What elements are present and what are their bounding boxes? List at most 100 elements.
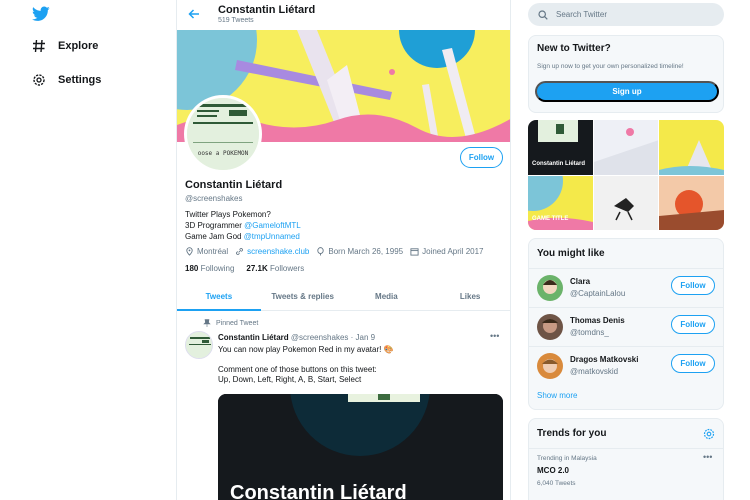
media-thumb[interactable] — [659, 120, 724, 175]
media-grid: Constantin Liétard GAME TITLE — [528, 120, 724, 230]
media-thumb-image — [593, 175, 659, 230]
media-thumb[interactable] — [593, 175, 659, 230]
tweet-line: You can now play Pokemon Red in my avata… — [218, 345, 394, 354]
more-options-icon[interactable]: ••• — [703, 452, 712, 462]
avatar-caption: oose a POKEMON — [197, 150, 249, 157]
header-tweet-count: 519 Tweets — [218, 17, 254, 24]
pin-icon — [203, 319, 211, 327]
joined-text: Joined April 2017 — [422, 247, 484, 256]
gear-icon — [33, 74, 45, 86]
birthday-text: Born March 26, 1995 — [328, 247, 404, 256]
tweet-text: You can now play Pokemon Red in my avata… — [218, 345, 503, 385]
profile-header-bar: Constantin Liétard 519 Tweets — [177, 0, 510, 30]
suggested-user-handle: @CaptainLalou — [570, 289, 626, 298]
tweet-avatar[interactable] — [185, 331, 213, 359]
gear-icon[interactable] — [703, 428, 715, 440]
media-thumb[interactable]: GAME TITLE — [528, 175, 593, 230]
tab-tweets[interactable]: Tweets — [177, 283, 261, 311]
you-might-like-title: You might like — [537, 248, 605, 259]
following-stat[interactable]: 180 Following — [185, 264, 234, 273]
birthday-item: Born March 26, 1995 — [316, 247, 403, 256]
new-to-twitter-subtitle: Sign up now to get your own personalized… — [537, 63, 684, 70]
bio-line: Game Jam God @tmpUnnamed — [185, 231, 301, 242]
suggested-user-handle: @tomdns_ — [570, 328, 609, 337]
twitter-logo-icon[interactable] — [32, 6, 50, 22]
followers-count: 27.1K — [246, 264, 268, 273]
suggested-user[interactable]: Thomas Denis @tomdns_ Follow — [529, 307, 723, 345]
website-item: screenshake.club — [235, 247, 309, 256]
following-count: 180 — [185, 264, 199, 273]
profile-column: Constantin Liétard 519 Tweets oose a POK… — [176, 0, 511, 500]
left-navigation: Explore Settings — [0, 0, 176, 500]
suggested-user[interactable]: Clara @CaptainLalou Follow — [529, 268, 723, 306]
follow-button[interactable]: Follow — [671, 354, 715, 373]
location-item: Montréal — [185, 247, 228, 256]
new-to-twitter-card: New to Twitter? Sign up now to get your … — [528, 35, 724, 113]
pinned-label: Pinned Tweet — [203, 319, 258, 327]
follow-button[interactable]: Follow — [671, 276, 715, 295]
media-thumb-image — [593, 120, 659, 175]
you-might-like-card: You might like Clara @CaptainLalou Follo… — [528, 238, 724, 410]
search-input[interactable] — [556, 10, 706, 19]
media-thumb[interactable] — [659, 175, 724, 230]
new-to-twitter-title: New to Twitter? — [537, 43, 611, 54]
tab-likes[interactable]: Likes — [428, 283, 510, 310]
website-link[interactable]: screenshake.club — [247, 247, 309, 256]
trends-title: Trends for you — [537, 428, 607, 439]
avatar-image — [537, 275, 563, 301]
show-more-link[interactable]: Show more — [537, 391, 577, 400]
suggested-user-handle: @matkovskid — [570, 367, 619, 376]
nav-settings-label: Settings — [58, 74, 102, 86]
avatar-gameboy-screen — [187, 98, 259, 170]
profile-handle: @screenshakes — [185, 194, 243, 203]
avatar[interactable] — [537, 353, 563, 379]
trend-name: MCO 2.0 — [537, 466, 570, 475]
joined-item: Joined April 2017 — [410, 247, 484, 256]
search-box[interactable] — [528, 3, 724, 26]
follow-button[interactable]: Follow — [460, 147, 503, 168]
media-thumb[interactable] — [593, 120, 659, 175]
tweet-line: Comment one of those buttons on this twe… — [218, 365, 377, 374]
media-thumb-label: Constantin Liétard — [532, 160, 586, 167]
avatar[interactable] — [537, 275, 563, 301]
suggested-user[interactable]: Dragos Matkovski @matkovskid Follow — [529, 346, 723, 384]
media-overlay-text: Constantin Liétard — [230, 482, 407, 500]
avatar-image — [537, 353, 563, 379]
media-thumb-label: GAME TITLE — [532, 216, 569, 222]
nav-settings[interactable]: Settings — [32, 73, 101, 87]
profile-avatar[interactable]: oose a POKEMON — [184, 95, 262, 173]
nav-explore[interactable]: Explore — [32, 39, 98, 53]
profile-stats: 180 Following 27.1K Followers — [185, 264, 304, 273]
suggested-user-name: Thomas Denis — [570, 316, 625, 325]
profile-name: Constantin Liétard — [185, 179, 283, 191]
back-arrow-icon[interactable] — [187, 7, 201, 21]
tab-media[interactable]: Media — [345, 283, 429, 310]
search-icon — [538, 9, 548, 20]
tab-tweets-replies[interactable]: Tweets & replies — [261, 283, 345, 310]
avatar[interactable] — [537, 314, 563, 340]
balloon-icon — [317, 247, 325, 256]
bio-mention-link[interactable]: @GameloftMTL — [244, 221, 301, 230]
pinned-tweet[interactable]: Pinned Tweet Constantin Liétard @screens… — [177, 313, 510, 500]
profile-meta: Montréal screenshake.club Born March 26,… — [185, 247, 484, 256]
trend-count: 6,040 Tweets — [537, 480, 576, 487]
media-thumb-image — [659, 120, 724, 175]
bio-mention-link[interactable]: @tmpUnnamed — [244, 232, 300, 241]
tweet-author[interactable]: Constantin Liétard — [218, 333, 289, 342]
more-options-icon[interactable]: ••• — [490, 331, 499, 341]
media-thumb[interactable]: Constantin Liétard — [528, 120, 593, 175]
follow-button[interactable]: Follow — [671, 315, 715, 334]
trend-item[interactable]: Trending in Malaysia MCO 2.0 6,040 Tweet… — [529, 448, 723, 492]
followers-label: Followers — [269, 264, 305, 273]
followers-stat[interactable]: 27.1K Followers — [246, 264, 304, 273]
profile-bio: Twitter Plays Pokemon? 3D Programmer @Ga… — [185, 209, 301, 242]
link-icon — [236, 248, 244, 255]
signup-button[interactable]: Sign up — [535, 81, 719, 102]
tweet-media[interactable]: Constantin Liétard — [218, 394, 503, 500]
suggested-user-name: Dragos Matkovski — [570, 355, 639, 364]
location-pin-icon — [186, 247, 193, 256]
tweet-handle-date: @screenshakes · Jan 9 — [290, 333, 376, 342]
pinned-text: Pinned Tweet — [216, 319, 259, 327]
header-name: Constantin Liétard — [218, 4, 316, 16]
nav-explore-label: Explore — [58, 40, 99, 52]
